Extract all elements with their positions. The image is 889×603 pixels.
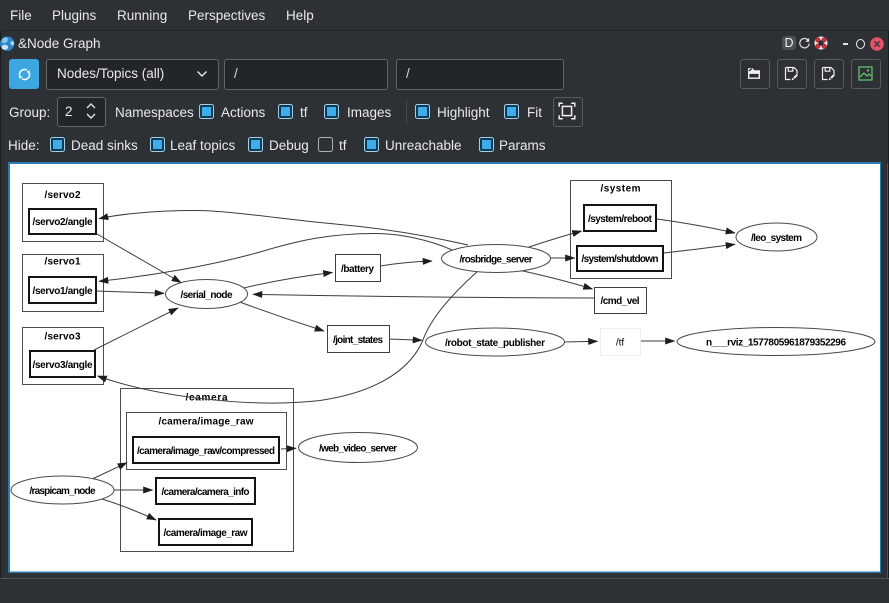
svg-text:/rosbridge_server: /rosbridge_server [460, 255, 533, 266]
svg-text:/web_video_server: /web_video_server [319, 444, 397, 455]
svg-text:/system: /system [601, 184, 641, 195]
svg-text:/servo2/angle: /servo2/angle [33, 217, 93, 228]
svg-text:/servo3/angle: /servo3/angle [33, 360, 93, 371]
svg-text:/leo_system: /leo_system [751, 233, 802, 244]
svg-text:/camera: /camera [186, 393, 228, 404]
svg-text:/tf: /tf [616, 338, 625, 349]
svg-text:/system/shutdown: /system/shutdown [582, 254, 659, 265]
svg-text:/cmd_vel: /cmd_vel [601, 296, 640, 307]
svg-text:/servo3: /servo3 [45, 332, 81, 343]
svg-text:/battery: /battery [341, 264, 374, 275]
svg-text:/joint_states: /joint_states [333, 335, 383, 346]
svg-text:/system/reboot: /system/reboot [588, 214, 653, 225]
svg-text:/servo1: /servo1 [45, 257, 81, 268]
svg-text:/camera/camera_info: /camera/camera_info [162, 487, 250, 498]
svg-text:/camera/image_raw: /camera/image_raw [164, 528, 248, 539]
svg-text:/servo1/angle: /servo1/angle [33, 286, 93, 297]
svg-text:/servo2: /servo2 [45, 190, 81, 201]
svg-text:/serial_node: /serial_node [181, 290, 233, 301]
svg-text:/camera/image_raw: /camera/image_raw [159, 417, 254, 428]
svg-text:/raspicam_node: /raspicam_node [30, 486, 96, 497]
svg-text:n___rviz_1577805961879352296: n___rviz_1577805961879352296 [706, 338, 846, 349]
svg-text:/robot_state_publisher: /robot_state_publisher [445, 338, 545, 349]
svg-text:/camera/image_raw/compressed: /camera/image_raw/compressed [137, 446, 275, 457]
